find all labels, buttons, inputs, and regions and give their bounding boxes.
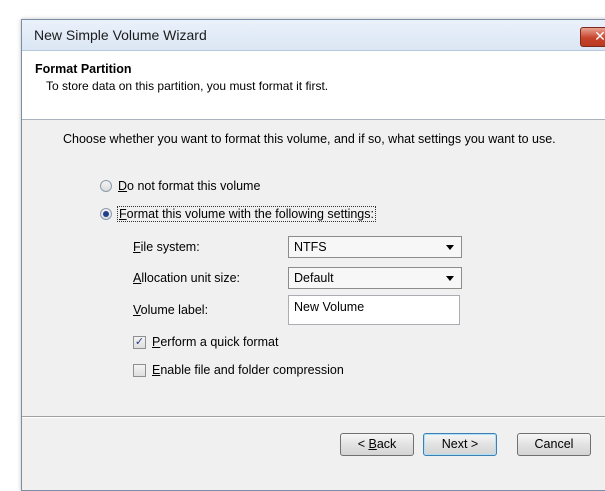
checkbox-label: Perform a quick format	[152, 335, 279, 349]
page-description: To store data on this partition, you mus…	[46, 79, 329, 93]
radio-format[interactable]: Format this volume with the following se…	[100, 206, 376, 222]
chevron-down-icon	[446, 245, 454, 250]
allocation-unit-value: Default	[294, 271, 334, 285]
compression-checkbox[interactable]: Enable file and folder compression	[133, 363, 344, 377]
allocation-unit-select[interactable]: Default	[288, 267, 462, 289]
checkbox-label: Enable file and folder compression	[152, 363, 344, 377]
volume-label-input[interactable]: New Volume	[288, 295, 460, 325]
chevron-down-icon	[446, 276, 454, 281]
file-system-label: File system:	[133, 240, 200, 254]
footer-divider	[22, 416, 605, 418]
file-system-select[interactable]: NTFS	[288, 236, 462, 258]
quick-format-checkbox[interactable]: ✓ Perform a quick format	[133, 335, 278, 349]
file-system-value: NTFS	[294, 240, 327, 254]
close-button[interactable]: ✕	[580, 27, 605, 47]
close-icon: ✕	[594, 28, 605, 44]
volume-label-label: Volume label:	[133, 303, 209, 317]
wizard-header: Format Partition To store data on this p…	[22, 51, 605, 120]
radio-button[interactable]	[100, 180, 112, 192]
radio-label: Do not format this volume	[118, 179, 261, 193]
window-title: New Simple Volume Wizard	[34, 27, 207, 43]
cancel-button[interactable]: Cancel	[517, 433, 591, 456]
back-button[interactable]: < Back	[340, 433, 414, 456]
instruction-text: Choose whether you want to format this v…	[63, 132, 556, 146]
wizard-window: New Simple Volume Wizard ✕ Format Partit…	[21, 19, 605, 491]
radio-button-selected[interactable]	[100, 208, 112, 220]
title-bar[interactable]: New Simple Volume Wizard ✕	[22, 20, 605, 51]
page-title: Format Partition	[35, 62, 132, 76]
checkbox-checked[interactable]: ✓	[133, 335, 146, 349]
next-button[interactable]: Next >	[423, 433, 497, 456]
radio-no-format[interactable]: Do not format this volume	[100, 179, 260, 193]
allocation-unit-label: Allocation unit size:	[133, 271, 241, 285]
radio-label: Format this volume with the following se…	[117, 206, 376, 222]
checkbox-unchecked[interactable]	[133, 363, 146, 377]
